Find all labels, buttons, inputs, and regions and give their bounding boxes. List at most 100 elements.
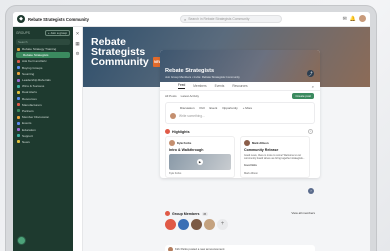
inbox-icon[interactable]: ✉ (343, 16, 347, 22)
member-avatar[interactable] (178, 219, 189, 230)
sidebar-item[interactable]: News (13, 139, 73, 145)
search-icon: ⌕ (184, 16, 187, 22)
app-logo-icon[interactable]: ◆ (17, 15, 25, 23)
group-color-icon (17, 78, 20, 82)
composer-placeholder[interactable]: Write something... (179, 114, 205, 118)
post-preview[interactable]: Kirk Parks posted a new announcement (165, 245, 315, 251)
member-avatar[interactable] (165, 219, 176, 230)
composer-avatar (170, 113, 176, 119)
app-screen: ◆ Rebate Strategists Community ⌕ Search … (13, 12, 370, 251)
sidebar-item-label: Education (22, 127, 36, 132)
sidebar-item-label: Partners (22, 108, 34, 113)
sidebar-header-label: GROUPS (16, 31, 30, 35)
grid-icon[interactable]: ▦ (73, 41, 82, 47)
filter-sort[interactable]: Latest Activity (181, 94, 199, 98)
highlight-tags: Good links (244, 164, 257, 168)
tab-events[interactable]: Events (215, 84, 225, 88)
highlight-card[interactable]: Kyle Forks Intro & Walkthrough ▶ Kyle Fo… (165, 136, 235, 178)
post-type-event[interactable]: Event (210, 106, 218, 110)
next-arrow-icon[interactable]: › (308, 188, 314, 194)
group-subtitle: Join Group Members • Invite: Rebate Stra… (165, 75, 240, 79)
sidebar-item-label: Buying Groups (22, 65, 43, 70)
highlight-author-row: Kyle Forks (166, 137, 234, 146)
sidebar-item-label: Sourcing (22, 71, 35, 76)
sidebar-search-input[interactable]: Search (16, 39, 70, 45)
group-color-icon (17, 84, 20, 88)
user-avatar[interactable] (359, 15, 366, 22)
member-avatar[interactable] (204, 219, 215, 230)
group-color-icon (17, 90, 20, 94)
tab-resources[interactable]: Resources (232, 84, 247, 88)
group-color-icon (17, 128, 20, 132)
sidebar-item-label: Rebate Strategists (23, 53, 49, 58)
global-search-placeholder: Search in Rebate Strategists Community (188, 17, 250, 21)
member-avatar[interactable] (191, 219, 202, 230)
join-group-button[interactable]: + Join a group (44, 30, 70, 36)
bell-icon[interactable]: 🔔 (350, 16, 356, 22)
group-color-icon (17, 134, 20, 138)
highlight-card[interactable]: Mark Allison Community Release Good news… (240, 136, 310, 178)
play-icon[interactable]: ▶ (197, 159, 203, 165)
tab-feed[interactable]: Feed (178, 83, 186, 89)
icon-rail: ✕ ▦ ⚙ (73, 27, 83, 251)
highlights-header: Highlights (165, 129, 190, 134)
sidebar-item-label: News (22, 139, 30, 144)
members-title: Group Members (172, 211, 200, 216)
group-title: Rebate Strategists (165, 68, 215, 74)
group-color-icon (17, 140, 20, 144)
post-type-discussion[interactable]: Discussion (180, 106, 195, 110)
group-color-icon (17, 59, 20, 63)
create-post-button[interactable]: Create post (292, 93, 314, 99)
settings-icon[interactable]: ⚙ (73, 51, 82, 57)
group-color-icon (17, 115, 20, 119)
app-title[interactable]: Rebate Strategists Community (28, 17, 89, 22)
post-type-more[interactable]: + More (243, 106, 252, 110)
feed-filters: All Posts Latest Activity (165, 94, 199, 98)
sidebar: GROUPS + Join a group Search Rebate Stra… (13, 27, 73, 251)
group-card: Rebate Strategists Join Group Members • … (160, 50, 320, 178)
composer-input-row[interactable]: Write something... (166, 110, 314, 119)
highlight-footer: Kyle Forks (169, 172, 182, 175)
sidebar-item-label: Member Discussion (22, 115, 50, 120)
add-member-icon[interactable]: + (217, 219, 228, 230)
group-color-icon (18, 53, 21, 57)
highlight-author[interactable]: Mark Allison (252, 141, 269, 145)
group-color-icon (17, 109, 20, 113)
highlight-title[interactable]: Intro & Walkthrough (166, 146, 234, 152)
post-type-opportunity[interactable]: Opportunity (222, 106, 238, 110)
view-all-members-link[interactable]: View all members (291, 211, 315, 215)
highlights-icon (165, 129, 170, 134)
feed-search-icon[interactable]: ⌕ (312, 84, 314, 89)
group-members-section: Group Members 45 View all members + (165, 211, 315, 230)
members-count-badge: 45 (201, 211, 208, 216)
sidebar-item-label: Leadership Referrals (22, 78, 51, 83)
author-avatar (244, 140, 250, 146)
collapse-icon[interactable]: ⌃ (308, 129, 313, 134)
sidebar-item-label: Rebate Strategy Training (22, 47, 57, 52)
sidebar-item-label: Events (22, 121, 32, 126)
group-color-icon (17, 47, 20, 51)
tab-members[interactable]: Members (193, 84, 206, 88)
post-type-poll[interactable]: Poll (200, 106, 205, 110)
global-search-input[interactable]: ⌕ Search in Rebate Strategists Community (180, 15, 282, 23)
post-author-avatar (168, 246, 173, 251)
filter-all-posts[interactable]: All Posts (165, 94, 177, 98)
group-header: Rebate Strategists Join Group Members • … (160, 50, 320, 82)
sidebar-group-list: Rebate Strategy Training Rebate Strategis… (13, 46, 73, 145)
close-icon[interactable]: ✕ (73, 31, 82, 37)
highlight-author[interactable]: Kyle Forks (177, 141, 191, 145)
author-avatar (169, 140, 175, 146)
highlight-footer: Mark Allison (244, 172, 258, 175)
community-avatar[interactable] (17, 236, 26, 245)
share-icon[interactable]: ⤴ (307, 70, 314, 77)
group-color-icon (17, 97, 20, 101)
video-thumbnail[interactable]: ▶ (169, 154, 231, 170)
members-icon (165, 211, 170, 216)
group-color-icon (17, 121, 20, 125)
group-color-icon (17, 103, 20, 107)
highlight-body: Good news, there is more to come! Welcom… (244, 154, 305, 161)
cover-title-text: Rebate Strategists Community (91, 36, 149, 68)
sidebar-item-label: Wins & Success (22, 84, 45, 89)
sidebar-item-label: Resources (22, 96, 37, 101)
post-preview-text[interactable]: Kirk Parks posted a new announcement (175, 247, 224, 251)
